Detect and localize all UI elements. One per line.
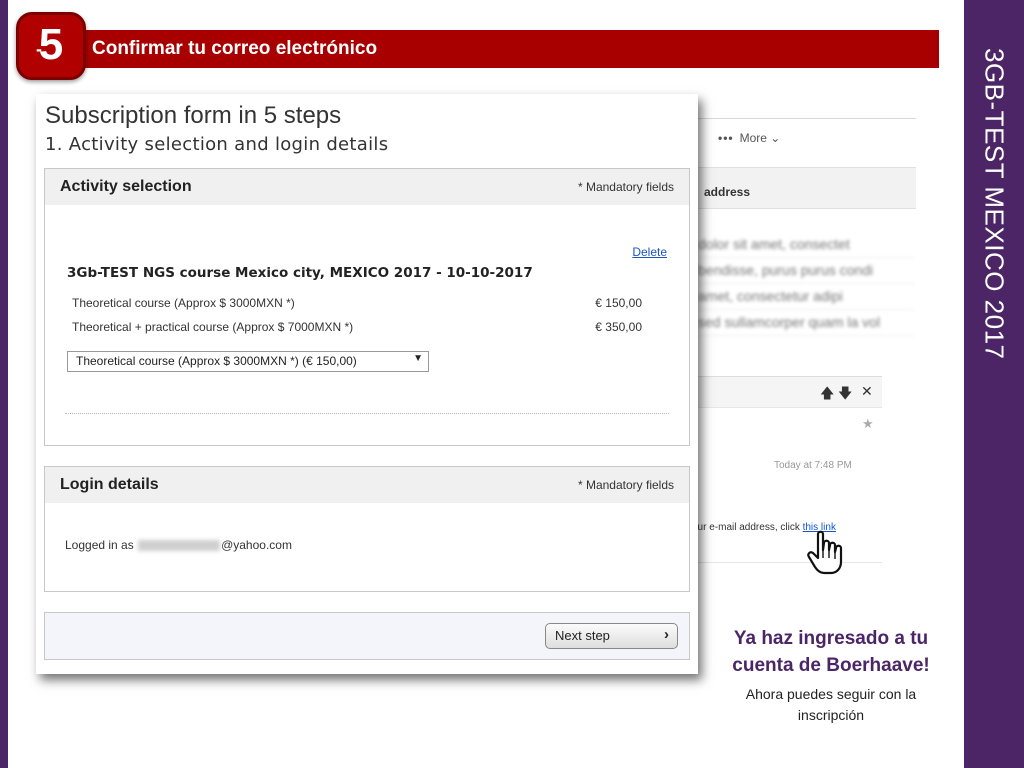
login-heading: Login details <box>60 476 159 493</box>
blurred-email-line: amet, consectetur adipi <box>698 283 914 310</box>
next-step-label: Next step <box>555 628 610 643</box>
course-option: Theoretical + practical course (Approx $… <box>72 320 642 334</box>
step-number: 5 <box>38 20 64 69</box>
side-title-panel: 3GB-TEST MEXICO 2017 <box>964 0 1024 768</box>
email-message-view: 🡅 🡇 ✕ ★ Today at 7:48 PM our e-mail addr… <box>690 376 882 566</box>
left-accent-bar <box>0 0 8 768</box>
mandatory-note: * Mandatory fields <box>577 478 674 492</box>
blurred-email-line: bendisse, purus purus condi <box>698 257 914 284</box>
star-icon[interactable]: ★ <box>862 416 874 432</box>
email-inbox-screenshot: ••• More ⌄ address dolor sit amet, consec… <box>690 118 916 341</box>
redacted-username <box>138 540 221 552</box>
more-menu[interactable]: ••• More ⌄ <box>718 131 780 145</box>
confirmation-subtext: Ahora puedes seguir con la inscripción <box>745 686 917 723</box>
course-option-label: Theoretical + practical course (Approx $… <box>72 320 354 334</box>
divider <box>690 562 882 563</box>
blurred-email-line: sed sullamcorper quam la vol <box>698 309 914 336</box>
next-step-button[interactable]: Next step › <box>545 623 678 649</box>
course-option-price: € 150,00 <box>595 296 642 310</box>
step-banner: Confirmar tu correo electrónico <box>34 30 939 68</box>
course-title: 3Gb-TEST NGS course Mexico city, MEXICO … <box>67 265 533 281</box>
banner-title: Confirmar tu correo electrónico <box>92 38 378 59</box>
logged-in-text: Logged in as @yahoo.com <box>65 538 292 552</box>
course-option-price: € 350,00 <box>595 320 642 334</box>
form-step-title: 1. Activity selection and login details <box>45 134 389 155</box>
chevron-right-icon: › <box>664 626 669 643</box>
arrow-down-icon[interactable]: 🡇 <box>838 383 852 407</box>
arrow-up-icon[interactable]: 🡅 <box>820 383 834 407</box>
message-text-prefix: our e-mail address, click <box>692 522 803 533</box>
message-toolbar: 🡅 🡇 ✕ <box>690 376 882 408</box>
email-domain: @yahoo.com <box>221 538 292 552</box>
message-time: Today at 7:48 PM <box>774 460 852 471</box>
form-title: Subscription form in 5 steps <box>45 102 342 129</box>
course-select-value: Theoretical course (Approx $ 3000MXN *) … <box>76 354 357 368</box>
more-label: More <box>739 131 767 145</box>
course-select[interactable]: Theoretical course (Approx $ 3000MXN *) … <box>67 351 429 372</box>
activity-selection-panel: Activity selection * Mandatory fields De… <box>44 168 690 446</box>
activity-panel-header: Activity selection * Mandatory fields <box>45 169 689 205</box>
login-details-panel: Login details * Mandatory fields Logged … <box>44 466 690 592</box>
blurred-email-line: dolor sit amet, consectet <box>698 231 914 258</box>
form-footer: Next step › <box>44 612 690 660</box>
step-dash: - <box>36 39 42 59</box>
subscription-form: Subscription form in 5 steps 1. Activity… <box>36 94 698 674</box>
logged-prefix: Logged in as <box>65 538 134 552</box>
mandatory-note: * Mandatory fields <box>577 180 674 194</box>
step-number-badge: 5 - <box>16 12 86 80</box>
course-option: Theoretical course (Approx $ 3000MXN *) … <box>72 296 642 310</box>
dropdown-arrow-icon: ▼ <box>413 353 423 364</box>
email-list-header: address <box>690 167 916 209</box>
pointer-hand-icon <box>807 530 843 575</box>
chevron-down-icon: ⌄ <box>770 131 781 145</box>
course-option-label: Theoretical course (Approx $ 3000MXN *) <box>72 296 295 310</box>
delete-link[interactable]: Delete <box>632 245 667 259</box>
divider <box>65 413 669 414</box>
close-icon[interactable]: ✕ <box>861 383 873 400</box>
more-dots-icon: ••• <box>718 131 734 145</box>
login-panel-header: Login details * Mandatory fields <box>45 467 689 503</box>
side-title: 3GB-TEST MEXICO 2017 <box>979 48 1010 360</box>
confirmation-headline: Ya haz ingresado a tu cuenta de Boerhaav… <box>732 628 930 676</box>
activity-heading: Activity selection <box>60 178 192 195</box>
address-column-header: address <box>704 185 751 199</box>
